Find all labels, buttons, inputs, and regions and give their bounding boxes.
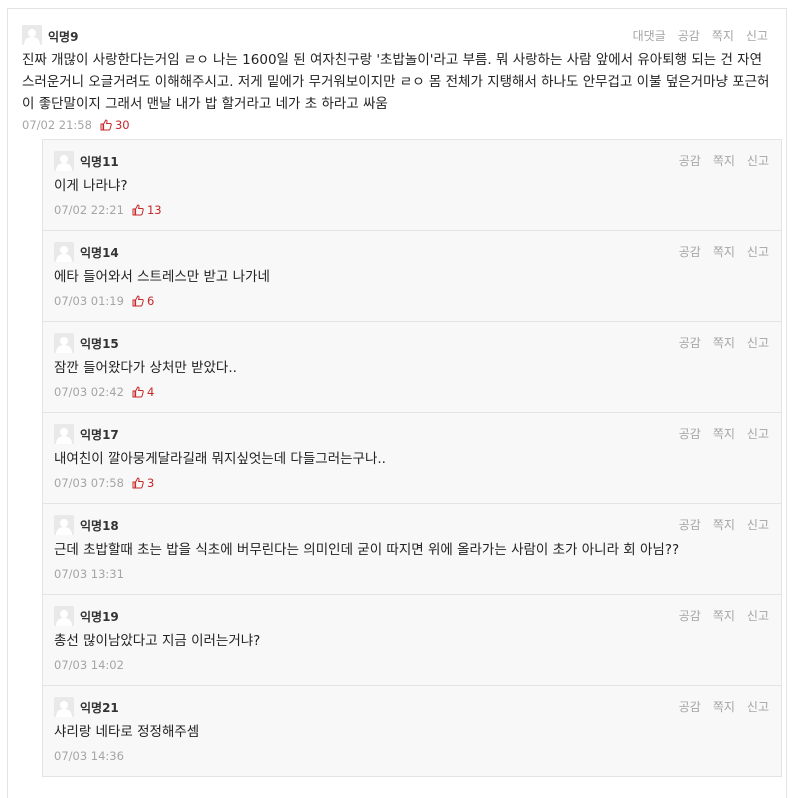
- anonymous-avatar-icon: [54, 242, 74, 262]
- message-button[interactable]: 쪽지: [713, 243, 735, 260]
- like-button[interactable]: 공감: [678, 27, 700, 44]
- reply-actions: 공감 쪽지 신고: [679, 516, 769, 533]
- reply-item: 익명15 공감 쪽지 신고 잠깐 들어왔다가 상처만 받았다.. 07/03 0…: [42, 321, 782, 412]
- like-count: 3: [146, 476, 155, 490]
- reply-meta: 07/03 02:42 4: [54, 385, 154, 399]
- reply-actions: 공감 쪽지 신고: [679, 334, 769, 351]
- like-count: 4: [146, 385, 155, 399]
- reply-item: 익명21 공감 쪽지 신고 샤리랑 네타로 정정해주셈 07/03 14:36: [42, 685, 782, 777]
- reply-text: 내여친이 깔아뭉게달라길래 뭐지싶엇는데 다들그러는구나..: [54, 451, 386, 467]
- reply-timestamp: 07/03 01:19: [54, 294, 124, 308]
- reply-author: 익명18: [80, 519, 119, 533]
- reply-author: 익명11: [80, 155, 119, 169]
- reply-meta: 07/03 13:31: [54, 567, 124, 581]
- reply-text: 총선 많이남았다고 지금 이러는거냐?: [54, 633, 261, 649]
- like-button[interactable]: 공감: [679, 425, 701, 442]
- like-count: 30: [114, 118, 130, 132]
- anonymous-avatar-icon: [54, 697, 74, 717]
- reply-meta: 07/03 07:58 3: [54, 476, 154, 490]
- reply-timestamp: 07/03 13:31: [54, 567, 124, 581]
- like-count-badge: 3: [132, 476, 154, 490]
- reply-item: 익명18 공감 쪽지 신고 근데 초밥할때 초는 밥을 식초에 버무린다는 의미…: [42, 503, 782, 594]
- like-button[interactable]: 공감: [679, 607, 701, 624]
- reply-author: 익명19: [80, 610, 119, 624]
- reply-timestamp: 07/03 07:58: [54, 476, 124, 490]
- reply-actions: 공감 쪽지 신고: [679, 425, 769, 442]
- anonymous-avatar-icon: [54, 333, 74, 353]
- reply-author: 익명14: [80, 246, 119, 260]
- reply-actions: 공감 쪽지 신고: [679, 152, 769, 169]
- anonymous-avatar-icon: [54, 606, 74, 626]
- reply-author: 익명15: [80, 337, 119, 351]
- like-count: 13: [146, 203, 162, 217]
- thumbs-up-icon: [132, 386, 144, 398]
- reply-actions: 공감 쪽지 신고: [679, 607, 769, 624]
- report-button[interactable]: 신고: [747, 243, 769, 260]
- reply-item: 익명19 공감 쪽지 신고 총선 많이남았다고 지금 이러는거냐? 07/03 …: [42, 594, 782, 685]
- comment-timestamp: 07/02 21:58: [22, 118, 92, 132]
- like-count-badge: 4: [132, 385, 154, 399]
- report-button[interactable]: 신고: [747, 698, 769, 715]
- comment-text: 진짜 개많이 사랑한다는거임 ㄹㅇ 나는 1600일 된 여자친구랑 '초밥놀이…: [22, 52, 770, 112]
- thumbs-up-icon: [100, 119, 112, 131]
- reply-timestamp: 07/03 02:42: [54, 385, 124, 399]
- report-button[interactable]: 신고: [747, 425, 769, 442]
- like-count-badge: 30: [100, 118, 130, 132]
- thumbs-up-icon: [132, 295, 144, 307]
- reply-actions: 공감 쪽지 신고: [679, 243, 769, 260]
- message-button[interactable]: 쪽지: [713, 516, 735, 533]
- comment-author: 익명9: [48, 30, 79, 44]
- message-button[interactable]: 쪽지: [713, 607, 735, 624]
- reply-text: 잠깐 들어왔다가 상처만 받았다..: [54, 360, 237, 376]
- reply-item: 익명17 공감 쪽지 신고 내여친이 깔아뭉게달라길래 뭐지싶엇는데 다들그러는…: [42, 412, 782, 503]
- reply-timestamp: 07/02 22:21: [54, 203, 124, 217]
- like-count-badge: 6: [132, 294, 154, 308]
- like-button[interactable]: 공감: [679, 516, 701, 533]
- reply-button[interactable]: 대댓글: [633, 27, 666, 44]
- reply-text: 이게 나라냐?: [54, 178, 128, 194]
- report-button[interactable]: 신고: [747, 607, 769, 624]
- message-button[interactable]: 쪽지: [713, 334, 735, 351]
- like-count-badge: 13: [132, 203, 162, 217]
- like-count: 6: [146, 294, 155, 308]
- comment-actions: 대댓글 공감 쪽지 신고: [633, 27, 768, 44]
- reply-list: 익명11 공감 쪽지 신고 이게 나라냐? 07/02 22:21 13 익명1…: [42, 139, 782, 777]
- message-button[interactable]: 쪽지: [713, 152, 735, 169]
- reply-text: 근데 초밥할때 초는 밥을 식초에 버무린다는 의미인데 굳이 따지면 위에 올…: [54, 542, 680, 558]
- reply-item: 익명11 공감 쪽지 신고 이게 나라냐? 07/02 22:21 13: [42, 139, 782, 230]
- comment-post: 익명9 대댓글 공감 쪽지 신고 진짜 개많이 사랑한다는거임 ㄹㅇ 나는 16…: [8, 9, 786, 139]
- report-button[interactable]: 신고: [747, 334, 769, 351]
- reply-actions: 공감 쪽지 신고: [679, 698, 769, 715]
- anonymous-avatar-icon: [22, 25, 42, 45]
- anonymous-avatar-icon: [54, 424, 74, 444]
- message-button[interactable]: 쪽지: [712, 27, 734, 44]
- comment-meta: 07/02 21:58 30: [22, 118, 130, 132]
- anonymous-avatar-icon: [54, 151, 74, 171]
- reply-timestamp: 07/03 14:02: [54, 658, 124, 672]
- report-button[interactable]: 신고: [746, 27, 768, 44]
- anonymous-avatar-icon: [54, 515, 74, 535]
- thumbs-up-icon: [132, 477, 144, 489]
- like-button[interactable]: 공감: [679, 152, 701, 169]
- reply-meta: 07/02 22:21 13: [54, 203, 162, 217]
- reply-item: 익명14 공감 쪽지 신고 에타 들어와서 스트레스만 받고 나가네 07/03…: [42, 230, 782, 321]
- report-button[interactable]: 신고: [747, 152, 769, 169]
- reply-text: 에타 들어와서 스트레스만 받고 나가네: [54, 269, 270, 285]
- like-button[interactable]: 공감: [679, 698, 701, 715]
- reply-author: 익명17: [80, 428, 119, 442]
- like-button[interactable]: 공감: [679, 243, 701, 260]
- like-button[interactable]: 공감: [679, 334, 701, 351]
- message-button[interactable]: 쪽지: [713, 425, 735, 442]
- comment-thread: 익명9 대댓글 공감 쪽지 신고 진짜 개많이 사랑한다는거임 ㄹㅇ 나는 16…: [7, 8, 787, 798]
- thumbs-up-icon: [132, 204, 144, 216]
- reply-author: 익명21: [80, 701, 119, 715]
- message-button[interactable]: 쪽지: [713, 698, 735, 715]
- reply-meta: 07/03 14:36: [54, 749, 124, 763]
- reply-text: 샤리랑 네타로 정정해주셈: [54, 724, 200, 740]
- reply-meta: 07/03 01:19 6: [54, 294, 154, 308]
- report-button[interactable]: 신고: [747, 516, 769, 533]
- reply-meta: 07/03 14:02: [54, 658, 124, 672]
- reply-timestamp: 07/03 14:36: [54, 749, 124, 763]
